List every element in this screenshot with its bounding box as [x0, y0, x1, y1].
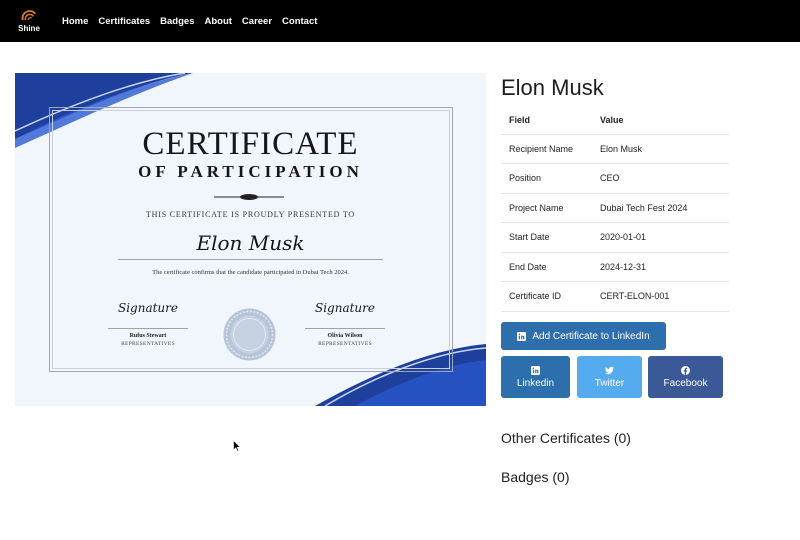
nav-contact[interactable]: Contact	[282, 16, 317, 27]
mouse-cursor-icon	[233, 440, 241, 452]
signature-left: Signature	[117, 301, 178, 315]
certificate-description: The certificate confirms that the candid…	[152, 269, 349, 276]
certificate-recipient-name: Elon Musk	[196, 231, 305, 255]
value-cell: CEO	[592, 163, 729, 194]
signatory-right: Signature Olivia Wilson REPRESENTATIVES	[305, 301, 385, 347]
facebook-icon	[681, 365, 690, 375]
presented-to-text: THIS CERTIFICATE IS PROUDLY PRESENTED TO	[145, 210, 356, 219]
table-row: End Date 2024-12-31	[501, 252, 729, 282]
table-row: Recipient Name Elon Musk	[501, 134, 729, 164]
certificate-title: CERTIFICATE	[142, 126, 359, 162]
nav-career[interactable]: Career	[242, 16, 272, 27]
share-twitter-button[interactable]: Twitter	[577, 356, 642, 398]
value-cell: 2020-01-01	[592, 222, 729, 253]
field-cell: Recipient Name	[501, 134, 592, 164]
column-header-value: Value	[592, 106, 729, 135]
signatory-left: Signature Rufus Stewart REPRESENTATIVES	[108, 301, 188, 347]
share-twitter-label: Twitter	[594, 377, 625, 389]
nav-certificates[interactable]: Certificates	[98, 16, 150, 27]
brand-name: Shine	[18, 24, 40, 33]
brand-logo[interactable]: Shine	[16, 8, 42, 36]
field-cell: Project Name	[501, 193, 592, 223]
nav-menu: Home Certificates Badges About Career Co…	[62, 0, 327, 42]
certificate-seal-icon	[223, 308, 276, 361]
linkedin-icon	[531, 365, 540, 375]
nav-home[interactable]: Home	[62, 16, 88, 27]
table-row: Position CEO	[501, 163, 729, 194]
value-cell: Dubai Tech Fest 2024	[592, 193, 729, 223]
signatory-left-role: REPRESENTATIVES	[121, 341, 175, 347]
signatory-left-name: Rufus Stewart	[129, 333, 167, 339]
nav-about[interactable]: About	[204, 16, 231, 27]
top-navbar: Shine Home Certificates Badges About Car…	[0, 0, 800, 42]
twitter-bird-icon	[605, 366, 614, 374]
value-cell: Elon Musk	[592, 134, 729, 164]
share-facebook-label: Facebook	[663, 377, 708, 389]
other-certificates-heading: Other Certificates (0)	[501, 430, 631, 446]
signature-right: Signature	[314, 301, 375, 315]
certificate-subtitle: OF PARTICIPATION	[138, 162, 363, 181]
table-row: Project Name Dubai Tech Fest 2024	[501, 193, 729, 223]
column-header-field: Field	[501, 106, 592, 135]
field-cell: Certificate ID	[501, 281, 592, 312]
recipient-heading: Elon Musk	[501, 75, 604, 100]
value-cell: CERT-ELON-001	[592, 281, 729, 312]
table-row: Certificate ID CERT-ELON-001	[501, 281, 729, 312]
share-facebook-button[interactable]: Facebook	[648, 356, 723, 398]
add-to-linkedin-label: Add Certificate to LinkedIn	[532, 330, 650, 342]
share-linkedin-button[interactable]: Linkedin	[501, 356, 570, 398]
signatory-right-name: Olivia Wilson	[327, 333, 363, 339]
certificate-details-table: Field Value Recipient Name Elon Musk Pos…	[501, 106, 729, 312]
value-cell: 2024-12-31	[592, 252, 729, 282]
ornament-divider-icon	[214, 194, 284, 200]
field-cell: Start Date	[501, 222, 592, 253]
table-row: Start Date 2020-01-01	[501, 222, 729, 253]
linkedin-icon	[517, 331, 527, 341]
add-to-linkedin-button[interactable]: Add Certificate to LinkedIn	[501, 322, 666, 350]
sun-logo-icon	[21, 10, 37, 21]
nav-badges[interactable]: Badges	[160, 16, 194, 27]
table-header-row: Field Value	[501, 106, 729, 135]
share-linkedin-label: Linkedin	[516, 377, 555, 389]
badges-heading: Badges (0)	[501, 469, 570, 485]
name-underline	[118, 259, 383, 260]
field-cell: End Date	[501, 252, 592, 282]
field-cell: Position	[501, 163, 592, 194]
certificate-image: CERTIFICATE OF PARTICIPATION THIS CERTIF…	[15, 73, 486, 406]
signatory-right-role: REPRESENTATIVES	[318, 341, 372, 347]
